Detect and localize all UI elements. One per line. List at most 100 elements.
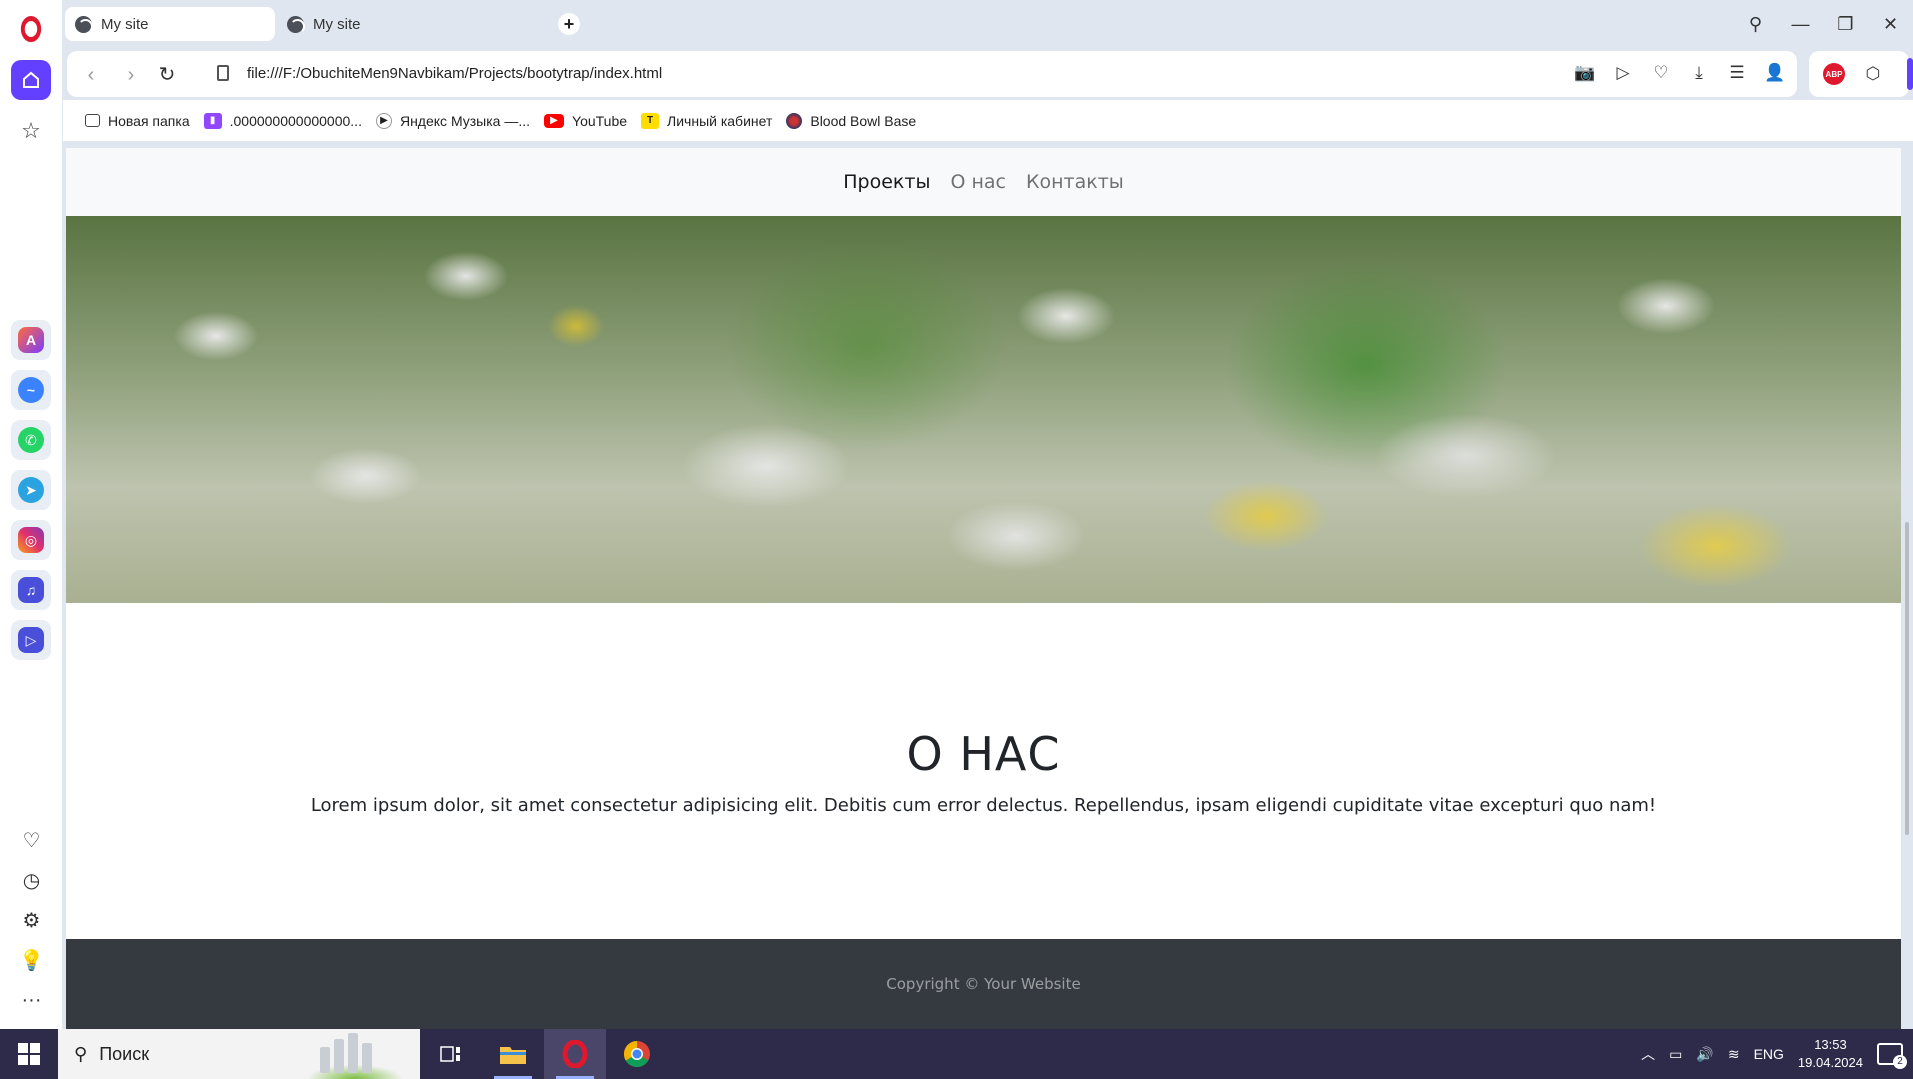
hero-flower-image (66, 216, 1901, 603)
instagram-icon: ◎ (18, 527, 44, 553)
window-controls: ⚲ — ❐ ✕ (1733, 0, 1913, 48)
bookmark-folder[interactable]: Новая папка (85, 113, 190, 129)
bookmark-label: YouTube (572, 112, 628, 129)
clock[interactable]: 13:53 19.04.2024 (1798, 1036, 1863, 1072)
bookmark-label: Личный кабинет (667, 112, 773, 129)
bloodbowl-icon (786, 112, 803, 129)
bookmark-twitch[interactable]: ▮ .000000000000000... (203, 112, 362, 129)
bookmarks-star-icon[interactable]: ☆ (18, 118, 44, 144)
bookmark-blood-bowl[interactable]: Blood Bowl Base (786, 112, 917, 129)
nav-link-about[interactable]: О нас (950, 171, 1006, 193)
bookmarks-bar: Новая папка ▮ .000000000000000... ▶ Янде… (63, 100, 1913, 142)
bookmark-label: .000000000000000... (229, 112, 362, 129)
taskbar-search[interactable]: ⚲ Поиск (58, 1029, 420, 1079)
tab-my-site-active[interactable]: My site (65, 7, 275, 41)
back-icon[interactable]: ‹ (79, 63, 103, 87)
chrome-icon[interactable] (606, 1029, 668, 1079)
new-tab-button[interactable]: + (558, 13, 580, 35)
site-footer: Copyright © Your Website (66, 939, 1901, 1029)
sidebar-toggle-handle[interactable] (1907, 58, 1913, 90)
sidebar-app-music[interactable]: ♫ (11, 570, 51, 610)
forward-icon[interactable]: › (119, 63, 143, 87)
youtube-icon: ▶ (544, 113, 565, 128)
bookmark-youtube[interactable]: ▶ YouTube (544, 113, 627, 129)
search-icon: ⚲ (74, 1043, 88, 1064)
history-clock-icon[interactable]: ◷ (0, 860, 63, 900)
wifi-icon[interactable]: ≋ (1728, 1046, 1740, 1063)
reload-icon[interactable]: ↻ (155, 63, 179, 87)
search-highlight-art (300, 1033, 410, 1079)
windows-start-icon[interactable] (0, 1029, 58, 1079)
heart-icon[interactable]: ♡ (1649, 61, 1673, 85)
site-navbar: Проекты О нас Контакты (66, 148, 1901, 216)
lightbulb-icon[interactable]: 💡 (0, 940, 63, 980)
battery-icon[interactable]: ▭ (1669, 1046, 1682, 1063)
sidebar-app-telegram[interactable]: ➤ (11, 470, 51, 510)
opera-sidebar: ☆ A ~ ✆ ➤ ◎ ♫ ▷ ♡ ◷ ⚙ 💡 ··· (0, 0, 63, 1029)
task-view-icon[interactable] (420, 1029, 482, 1079)
folder-icon (85, 114, 100, 127)
page-scrollbar[interactable] (1905, 522, 1909, 835)
bookmark-label: Яндекс Музыка —... (399, 112, 531, 129)
bookmark-label: Новая папка (108, 112, 190, 129)
download-icon[interactable]: ⤓ (1687, 61, 1711, 85)
chevron-up-icon[interactable]: ︿ (1641, 1044, 1655, 1064)
adblock-plus-icon[interactable]: ABP (1823, 63, 1845, 85)
profile-icon[interactable]: 👤 (1763, 61, 1787, 85)
twitch-icon: ▮ (203, 112, 222, 129)
footer-copyright: Copyright © Your Website (886, 975, 1081, 993)
tab-strip: My site My site + ⚲ — ❐ ✕ (63, 0, 1913, 48)
heart-icon[interactable]: ♡ (0, 820, 63, 860)
tab-title: My site (101, 15, 149, 33)
send-icon[interactable]: ▷ (1611, 61, 1635, 85)
camera-icon[interactable]: 📷 (1573, 61, 1597, 85)
minimize-icon[interactable]: — (1778, 14, 1823, 35)
aria-icon: A (18, 327, 44, 353)
easy-setup-icon[interactable]: ☰ (1725, 61, 1749, 85)
opera-logo-icon[interactable] (20, 16, 42, 42)
globe-icon (287, 15, 305, 34)
nav-link-contacts[interactable]: Контакты (1026, 171, 1124, 193)
sidebar-app-instagram[interactable]: ◎ (11, 520, 51, 560)
extensions-cube-icon[interactable]: ⬡ (1861, 62, 1885, 86)
sidebar-app-player[interactable]: ▷ (11, 620, 51, 660)
tab-my-site[interactable]: My site (277, 7, 487, 41)
sidebar-apps: A ~ ✆ ➤ ◎ ♫ ▷ (11, 320, 52, 670)
headphones-icon: ♫ (18, 577, 44, 603)
about-heading: О НАС (906, 726, 1061, 781)
nav-link-projects[interactable]: Проекты (843, 171, 930, 193)
notifications-icon[interactable]: 2 (1877, 1043, 1907, 1069)
sidebar-app-whatsapp[interactable]: ✆ (11, 420, 51, 460)
more-dots-icon[interactable]: ··· (0, 980, 63, 1020)
bookmark-lichny-kabinet[interactable]: T Личный кабинет (641, 112, 773, 129)
system-tray: ︿ ▭ 🔊 ≋ ENG 13:53 19.04.2024 2 (1641, 1029, 1913, 1079)
file-icon (217, 65, 229, 81)
clock-date: 19.04.2024 (1797, 1055, 1863, 1070)
close-icon[interactable]: ✕ (1868, 14, 1913, 35)
search-tabs-icon[interactable]: ⚲ (1733, 14, 1778, 35)
t-icon: T (641, 112, 660, 129)
address-tools: 📷 ▷ ♡ ⤓ ☰ 👤 (1573, 61, 1787, 85)
extensions-area: ABP ⬡ (1809, 51, 1909, 97)
file-explorer-icon[interactable] (482, 1029, 544, 1079)
restore-icon[interactable]: ❐ (1823, 14, 1868, 35)
address-row: ‹ › ↻ file:///F:/ObuchiteMen9Navbikam/Pr… (63, 48, 1913, 100)
tab-title: My site (313, 15, 361, 33)
home-icon[interactable] (11, 60, 51, 100)
clock-time: 13:53 (1814, 1037, 1847, 1052)
bookmark-label: Blood Bowl Base (810, 112, 917, 129)
bookmark-yandex-music[interactable]: ▶ Яндекс Музыка —... (375, 112, 531, 129)
sidebar-bottom: ♡ ◷ ⚙ 💡 ··· (0, 820, 63, 1020)
about-section: О НАС Lorem ipsum dolor, sit amet consec… (66, 603, 1901, 939)
url-field[interactable]: file:///F:/ObuchiteMen9Navbikam/Projects… (247, 65, 662, 82)
windows-taskbar: ⚲ Поиск ︿ ▭ 🔊 ≋ ENG 13:53 19.04.2024 2 (0, 1029, 1913, 1079)
opera-taskbar-icon[interactable] (544, 1029, 606, 1079)
address-bar: ‹ › ↻ file:///F:/ObuchiteMen9Navbikam/Pr… (67, 51, 1797, 97)
sidebar-app-aria[interactable]: A (11, 320, 51, 360)
volume-icon[interactable]: 🔊 (1696, 1046, 1713, 1063)
language-indicator[interactable]: ENG (1754, 1046, 1784, 1062)
page-viewport: Проекты О нас Контакты О НАС Lorem ipsum… (66, 148, 1901, 1029)
settings-gear-icon[interactable]: ⚙ (0, 900, 63, 940)
notification-count: 2 (1893, 1055, 1907, 1069)
sidebar-app-messenger[interactable]: ~ (11, 370, 51, 410)
